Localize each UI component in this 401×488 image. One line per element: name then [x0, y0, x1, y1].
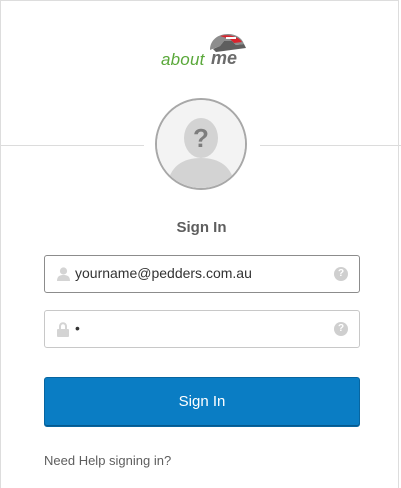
user-placeholder-icon: ? [157, 100, 245, 188]
page-title: Sign In [176, 219, 227, 236]
svg-text:?: ? [193, 123, 209, 153]
password-value: • [75, 320, 80, 336]
avatar: ? [155, 98, 247, 190]
username-value: yourname@pedders.com.au [75, 265, 252, 281]
user-icon [57, 267, 70, 281]
sign-in-card: about me ? Sign In yourname@pedders.com.… [0, 0, 401, 488]
logo-about-text: about [161, 50, 205, 69]
sign-in-button[interactable]: Sign In [44, 377, 360, 427]
username-field[interactable]: yourname@pedders.com.au ? [44, 255, 360, 293]
need-help-link[interactable]: Need Help signing in? [44, 453, 171, 468]
divider-left [1, 145, 144, 146]
username-help-icon[interactable]: ? [334, 267, 348, 281]
password-help-icon[interactable]: ? [334, 322, 348, 336]
logo-me-text: me [211, 48, 238, 68]
password-field[interactable]: • ? [44, 310, 360, 348]
about-me-logo: about me [159, 32, 249, 69]
lock-icon [57, 322, 69, 337]
divider-right [260, 145, 401, 146]
